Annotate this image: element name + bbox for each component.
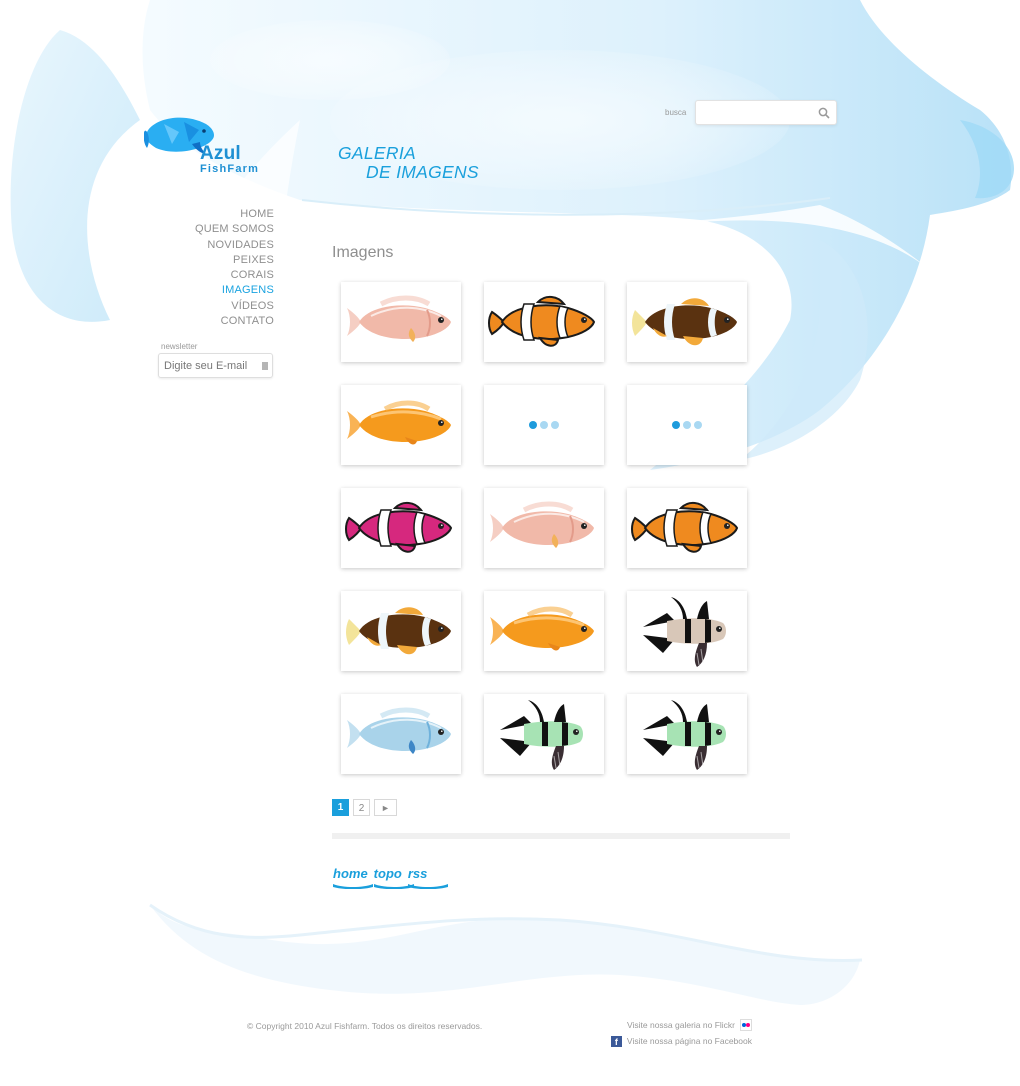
gallery-thumb-clown-orange[interactable] bbox=[627, 488, 747, 568]
gallery-thumb-orange-solid[interactable] bbox=[484, 591, 604, 671]
pagination: 1 2 ► bbox=[332, 799, 397, 816]
footer-link-label: rss bbox=[407, 866, 428, 881]
fish-image-icon bbox=[643, 597, 726, 667]
next-page-button[interactable]: ► bbox=[374, 799, 397, 816]
newsletter-label: newsletter bbox=[161, 342, 198, 351]
footer-link-topo[interactable]: topo bbox=[373, 866, 414, 889]
search-icon[interactable] bbox=[818, 107, 830, 119]
fish-image-icon bbox=[490, 606, 594, 651]
gallery-thumb-anemone-pink[interactable] bbox=[341, 282, 461, 362]
wave-underline-icon bbox=[407, 884, 448, 889]
footer-link-label: home bbox=[333, 866, 368, 881]
fish-image-icon bbox=[643, 700, 726, 770]
page-1-button[interactable]: 1 bbox=[332, 799, 349, 816]
page-title-line2: DE IMAGENS bbox=[366, 162, 479, 182]
fish-image-icon bbox=[490, 501, 594, 548]
wave-underline-icon bbox=[333, 884, 373, 889]
social-links: Visite nossa galeria no Flickr f Visite n… bbox=[610, 1017, 752, 1049]
gallery-thumb-cardinal-green[interactable] bbox=[484, 694, 604, 774]
fish-image-icon bbox=[488, 296, 596, 347]
document-icon[interactable] bbox=[262, 362, 268, 370]
gallery-thumb-anemone-blue[interactable] bbox=[341, 694, 461, 774]
gallery-thumb-cardinal-green[interactable] bbox=[627, 694, 747, 774]
page-2-button[interactable]: 2 bbox=[353, 799, 370, 816]
copyright: © Copyright 2010 Azul Fishfarm. Todos os… bbox=[247, 1021, 483, 1031]
fish-image-icon bbox=[347, 295, 451, 342]
section-title: Imagens bbox=[332, 244, 394, 261]
flickr-link-text: Visite nossa galeria no Flickr bbox=[626, 1020, 735, 1030]
logo[interactable]: Azul FishFarm bbox=[143, 114, 284, 184]
flickr-icon bbox=[740, 1019, 752, 1031]
nav-item-peixes[interactable]: PEIXES bbox=[195, 253, 274, 268]
gallery-thumb-clarkii[interactable] bbox=[341, 591, 461, 671]
fish-image-icon bbox=[631, 502, 739, 553]
brand-subname: FishFarm bbox=[200, 163, 260, 175]
nav-item-imagens[interactable]: IMAGENS bbox=[195, 283, 274, 298]
fish-image-icon bbox=[632, 298, 737, 346]
facebook-link[interactable]: f Visite nossa página no Facebook bbox=[610, 1033, 752, 1049]
gallery-thumb-anemone-pink[interactable] bbox=[484, 488, 604, 568]
main-nav: HOME QUEM SOMOS NOVIDADES PEIXES CORAIS IMAGE… bbox=[195, 207, 274, 329]
search-box bbox=[695, 100, 837, 125]
nav-item-novidades[interactable]: NOVIDADES bbox=[195, 238, 274, 253]
footer-link-rss[interactable]: rss bbox=[407, 866, 448, 889]
fish-image-icon bbox=[500, 700, 583, 770]
gallery-thumb-clarkii[interactable] bbox=[627, 282, 747, 362]
page-title: GALERIA DE IMAGENS bbox=[338, 144, 479, 182]
nav-item-quem-somos[interactable]: QUEM SOMOS bbox=[195, 222, 274, 237]
footer-links: home topo rss bbox=[333, 866, 448, 889]
gallery-thumb-clown-orange[interactable] bbox=[484, 282, 604, 362]
brand-name: Azul bbox=[200, 143, 241, 164]
facebook-link-text: Visite nossa página no Facebook bbox=[626, 1036, 752, 1046]
page-title-line1: GALERIA bbox=[338, 143, 416, 163]
flickr-link[interactable]: Visite nossa galeria no Flickr bbox=[611, 1017, 752, 1033]
gallery-thumb-loading[interactable] bbox=[484, 385, 604, 465]
loading-spinner-icon bbox=[484, 385, 604, 465]
search-label: busca bbox=[665, 108, 687, 117]
nav-item-home[interactable]: HOME bbox=[195, 207, 274, 222]
footer-link-home[interactable]: home bbox=[333, 866, 373, 889]
nav-item-contato[interactable]: CONTATO bbox=[195, 314, 274, 329]
facebook-icon: f bbox=[610, 1035, 622, 1047]
search-input[interactable] bbox=[702, 104, 812, 122]
newsletter-box bbox=[158, 353, 273, 378]
loading-spinner-icon bbox=[627, 385, 747, 465]
newsletter-email-input[interactable] bbox=[164, 357, 256, 375]
fish-image-icon bbox=[345, 502, 453, 553]
nav-item-videos[interactable]: VÍDEOS bbox=[195, 299, 274, 314]
fish-image-icon bbox=[346, 607, 451, 655]
gallery-thumb-cardinal-black[interactable] bbox=[627, 591, 747, 671]
gallery-thumb-orange-solid[interactable] bbox=[341, 385, 461, 465]
nav-item-corais[interactable]: CORAIS bbox=[195, 268, 274, 283]
gallery-thumb-loading[interactable] bbox=[627, 385, 747, 465]
gallery-thumb-clown-magenta[interactable] bbox=[341, 488, 461, 568]
fish-image-icon bbox=[347, 400, 451, 445]
footer-link-label: topo bbox=[373, 866, 402, 881]
fish-image-icon bbox=[347, 707, 451, 754]
